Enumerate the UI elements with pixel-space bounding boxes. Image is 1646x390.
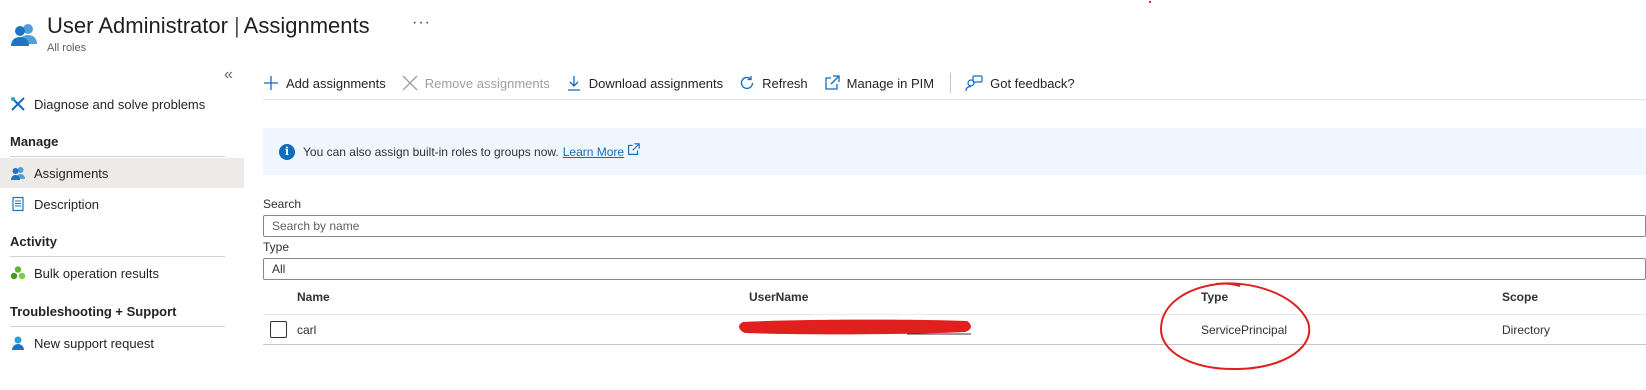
collapse-sidebar-button[interactable]: «	[224, 66, 233, 84]
sidebar-group-activity: Activity	[10, 234, 57, 249]
sidebar-group-manage: Manage	[10, 134, 59, 149]
feedback-icon	[965, 75, 983, 91]
sidebar-item-diagnose[interactable]: Diagnose and solve problems	[0, 89, 244, 119]
learn-more-link[interactable]: Learn More	[563, 145, 624, 159]
type-select[interactable]: All	[263, 258, 1646, 280]
cell-scope: Directory	[1502, 323, 1551, 337]
plus-icon	[264, 76, 278, 90]
refresh-button[interactable]: Refresh	[739, 75, 808, 91]
type-label: Type	[263, 240, 290, 254]
search-input[interactable]	[272, 219, 1637, 233]
bulk-icon	[10, 265, 26, 281]
info-banner: i You can also assign built-in roles to …	[263, 128, 1646, 175]
info-icon: i	[279, 143, 295, 160]
remove-assignments-button[interactable]: Remove assignments	[402, 75, 550, 91]
external-link-icon	[628, 143, 640, 155]
search-label: Search	[263, 197, 302, 211]
support-icon	[10, 335, 26, 351]
close-icon	[402, 75, 418, 91]
sidebar-item-label: Bulk operation results	[34, 265, 160, 281]
page-header: User Administrator | Assignments All roles	[10, 10, 370, 54]
divider	[10, 326, 225, 327]
type-select-value: All	[272, 262, 286, 276]
column-header-scope[interactable]: Scope	[1502, 290, 1538, 304]
download-icon	[567, 76, 580, 91]
sidebar-item-label: Diagnose and solve problems	[34, 96, 206, 112]
sidebar-item-assignments[interactable]: Assignments	[0, 158, 244, 188]
sidebar-item-bulk-operations[interactable]: Bulk operation results	[0, 258, 244, 288]
users-icon	[11, 24, 37, 46]
divider	[10, 156, 225, 157]
users-icon	[10, 165, 26, 181]
refresh-icon	[741, 76, 754, 90]
info-message: You can also assign built-in roles to gr…	[303, 144, 559, 159]
row-checkbox[interactable]	[270, 321, 287, 338]
more-options-button[interactable]: ···	[412, 14, 431, 32]
page-title: User Administrator | Assignments	[47, 13, 370, 38]
sidebar-item-label: Assignments	[34, 165, 109, 181]
sidebar-item-support[interactable]: New support request	[0, 328, 244, 358]
column-header-name[interactable]: Name	[297, 290, 330, 304]
annotation-dot	[1149, 1, 1151, 3]
download-assignments-button[interactable]: Download assignments	[566, 75, 723, 91]
document-icon	[10, 196, 26, 212]
annotation-circle	[1159, 282, 1311, 371]
divider	[263, 99, 1646, 100]
wrench-icon	[10, 96, 26, 112]
add-assignments-button[interactable]: Add assignments	[263, 75, 386, 91]
external-link-icon	[825, 75, 840, 90]
divider	[10, 256, 225, 257]
sidebar-item-label: Description	[34, 196, 100, 212]
redaction-mark	[739, 319, 971, 335]
feedback-button[interactable]: Got feedback?	[965, 75, 1075, 91]
sidebar-item-label: New support request	[34, 335, 154, 351]
column-header-username[interactable]: UserName	[749, 290, 808, 304]
command-bar: Add assignments Remove assignments Downl…	[263, 70, 1091, 96]
breadcrumb: All roles	[47, 42, 87, 54]
toolbar-separator	[950, 73, 952, 93]
divider	[263, 344, 1646, 345]
manage-in-pim-button[interactable]: Manage in PIM	[824, 75, 934, 91]
sidebar-item-description[interactable]: Description	[0, 189, 244, 219]
sidebar-group-troubleshooting: Troubleshooting + Support	[10, 304, 177, 319]
search-field	[263, 215, 1646, 237]
cell-name: carl	[297, 323, 317, 337]
page-section: Assignments	[243, 13, 370, 38]
